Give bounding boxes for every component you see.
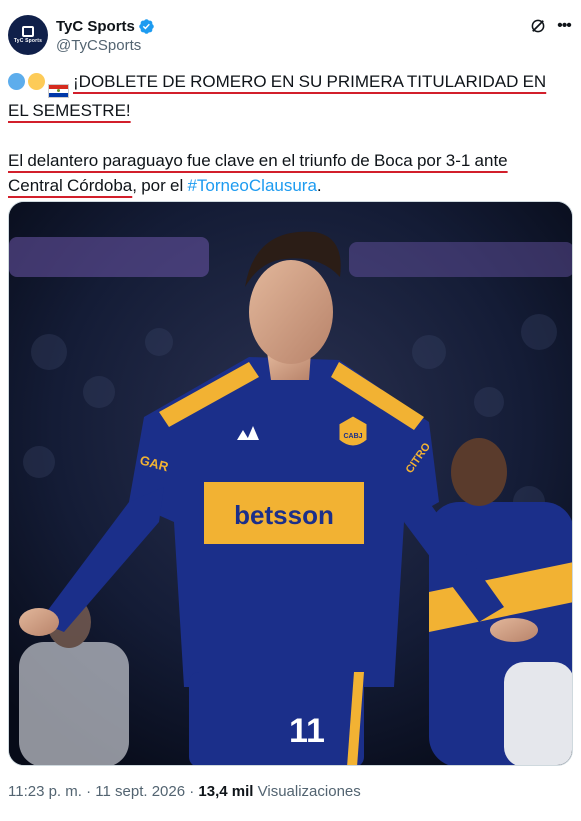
verified-badge-icon[interactable] [138, 18, 155, 35]
crest-text: CABJ [343, 433, 362, 440]
views-label: Visualizaciones [257, 783, 361, 800]
jersey-sponsor: betsson [234, 500, 334, 530]
yellow-circle-icon [28, 73, 45, 90]
meta-separator-2: · [189, 783, 195, 800]
paraguay-flag-icon [48, 84, 69, 98]
meta-separator: · [86, 783, 92, 800]
user-block: TyC Sports @TyCSports [56, 16, 155, 54]
views-count: 13,4 mil [198, 783, 254, 800]
body-middle: , por el [132, 176, 188, 195]
tyc-logo-icon [22, 26, 34, 37]
hashtag-link[interactable]: #TorneoClausura [187, 176, 316, 195]
tweet-meta: 11:23 p. m. · 11 sept. 2026 · 13,4 mil V… [8, 783, 361, 800]
more-options-icon[interactable]: ••• [555, 17, 573, 35]
jersey-number: 11 [289, 712, 325, 750]
tweet-time[interactable]: 11:23 p. m. [8, 783, 82, 800]
body-paragraph: El delantero paraguayo fue clave en el t… [8, 148, 563, 198]
tweet-text: ¡DOBLETE DE ROMERO EN SU PRIMERA TITULAR… [8, 69, 563, 198]
headline-text: ¡DOBLETE DE ROMERO EN SU PRIMERA TITULAR… [8, 72, 547, 120]
grok-icon[interactable] [529, 17, 547, 35]
avatar[interactable]: TyC Sports [8, 15, 48, 55]
tweet-date[interactable]: 11 sept. 2026 [95, 783, 185, 800]
tweet-header: TyC Sports TyC Sports @TyCSports ••• [8, 14, 573, 58]
avatar-text: TyC Sports [13, 38, 43, 44]
blue-circle-icon [8, 73, 25, 90]
tweet-photo[interactable]: betsson CABJ GAR CITRO 11 [8, 201, 573, 766]
headline-paragraph: ¡DOBLETE DE ROMERO EN SU PRIMERA TITULAR… [8, 69, 563, 123]
photo-illustration: betsson CABJ GAR CITRO 11 [9, 202, 572, 765]
display-name[interactable]: TyC Sports [56, 18, 135, 35]
body-end: . [316, 176, 322, 195]
display-name-row: TyC Sports [56, 16, 155, 36]
handle[interactable]: @TyCSports [56, 37, 155, 54]
